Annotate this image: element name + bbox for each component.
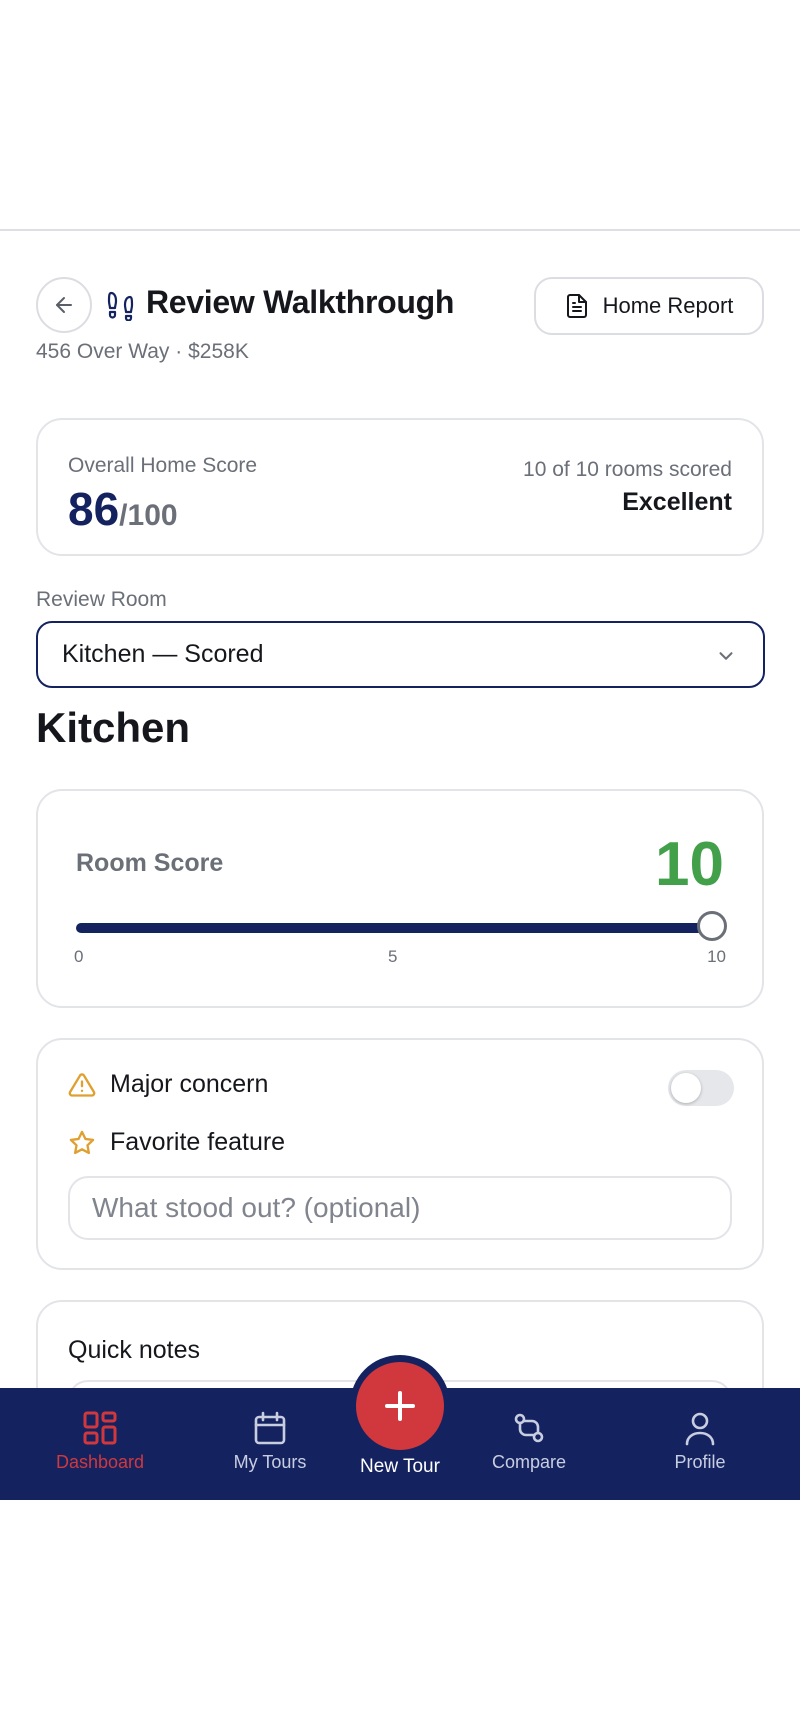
- nav-label-my-tours: My Tours: [233, 1452, 307, 1472]
- document-icon: [566, 294, 587, 318]
- page-header: Review Walkthrough Home Report: [36, 277, 764, 337]
- page-title: Review Walkthrough: [146, 284, 455, 320]
- footprints-icon: [107, 291, 134, 321]
- review-room-select[interactable]: Kitchen — Scored: [36, 621, 765, 688]
- nav-label-dashboard: Dashboard: [55, 1452, 145, 1472]
- home-report-label: Home Report: [602, 293, 734, 318]
- compare-icon: [514, 1413, 544, 1443]
- home-report-button[interactable]: Home Report: [534, 277, 764, 335]
- slider-fill: [76, 923, 712, 933]
- rooms-scored-count: 10 of 10 rooms scored: [523, 458, 732, 481]
- slider-tick-mid: 5: [388, 947, 398, 966]
- nav-label-profile: Profile: [674, 1452, 726, 1472]
- back-button[interactable]: [36, 277, 92, 333]
- review-room-selected-value: Kitchen — Scored: [62, 640, 264, 668]
- slider-tick-max: 10: [707, 947, 726, 966]
- quick-notes-label: Quick notes: [68, 1336, 201, 1364]
- overall-score-card: Overall Home Score 86/100 10 of 10 rooms…: [36, 418, 764, 556]
- arrow-left-icon: [56, 297, 72, 313]
- property-subtitle: 456 Over Way · $258K: [36, 340, 249, 363]
- favorite-feature-row: Favorite feature: [68, 1128, 285, 1157]
- review-room-label: Review Room: [36, 588, 167, 611]
- favorite-feature-input[interactable]: [68, 1176, 732, 1240]
- top-blank-area: [0, 0, 800, 231]
- nav-item-compare[interactable]: Compare: [459, 1410, 599, 1473]
- major-concern-toggle[interactable]: [668, 1070, 734, 1106]
- slider-thumb[interactable]: [697, 911, 727, 941]
- room-score-card: Room Score 10 0 5 10: [36, 789, 764, 1008]
- overall-rating: Excellent: [622, 488, 732, 516]
- star-icon: [69, 1130, 95, 1154]
- major-concern-label: Major concern: [110, 1070, 269, 1098]
- plus-icon: [385, 1391, 415, 1421]
- overall-score-max: /100: [119, 499, 178, 532]
- nav-label-compare: Compare: [491, 1452, 567, 1472]
- calendar-icon: [254, 1411, 286, 1445]
- new-tour-button[interactable]: [356, 1362, 444, 1450]
- overall-score-value: 86/100: [68, 482, 178, 536]
- chevron-down-icon: [719, 652, 733, 660]
- slider-tick-min: 0: [74, 947, 84, 966]
- favorite-feature-label: Favorite feature: [110, 1128, 286, 1156]
- room-title: Kitchen: [36, 704, 191, 751]
- overall-score-label: Overall Home Score: [68, 454, 258, 477]
- nav-item-my-tours[interactable]: My Tours: [200, 1410, 340, 1473]
- room-score-slider[interactable]: [76, 911, 727, 941]
- room-score-value: 10: [655, 830, 724, 899]
- dashboard-icon: [83, 1411, 117, 1445]
- major-concern-row: Major concern: [68, 1070, 268, 1099]
- warning-icon: [68, 1072, 96, 1097]
- bottom-blank-area: [0, 1500, 800, 1731]
- nav-item-profile[interactable]: Profile: [630, 1410, 770, 1473]
- room-flags-card: Major concern Favorite feature: [36, 1038, 764, 1270]
- toggle-knob: [671, 1073, 701, 1103]
- profile-icon: [685, 1412, 715, 1446]
- room-score-label: Room Score: [76, 849, 224, 877]
- nav-item-dashboard[interactable]: Dashboard: [30, 1410, 170, 1473]
- overall-score-number: 86: [68, 483, 120, 535]
- nav-label-new-tour: New Tour: [360, 1456, 440, 1477]
